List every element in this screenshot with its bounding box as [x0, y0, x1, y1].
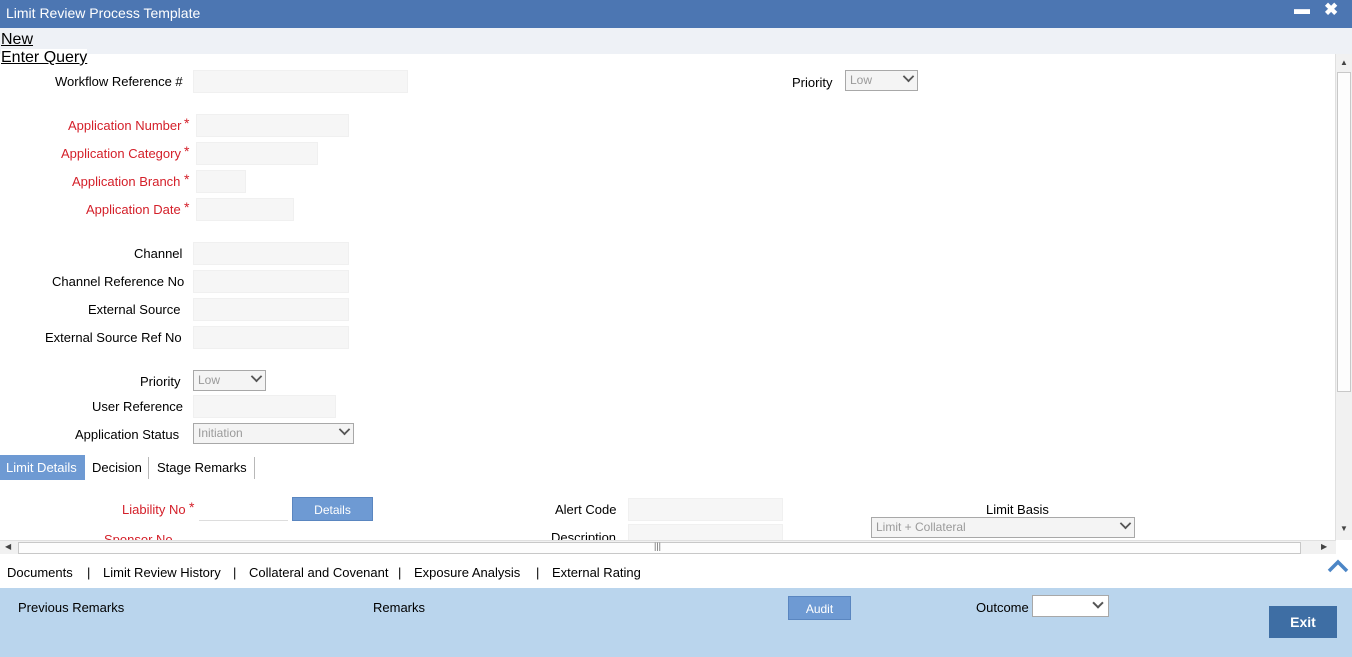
tab-divider — [254, 457, 255, 479]
external-source-label: External Source — [88, 302, 181, 317]
link-separator: | — [87, 565, 91, 580]
main-form: Workflow Reference # Priority Low Applic… — [0, 54, 1336, 540]
chevron-down-icon — [1119, 517, 1132, 530]
required-icon: * — [184, 199, 190, 215]
application-branch-label: Application Branch — [72, 174, 181, 189]
title-bar: Limit Review Process Template ▬ ✖ — [0, 0, 1352, 28]
limit-basis-select[interactable]: Limit + Collateral — [871, 517, 1135, 538]
liability-no-label: Liability No — [122, 502, 186, 517]
channel-input[interactable] — [193, 242, 349, 265]
chevron-up-icon[interactable] — [1327, 558, 1349, 574]
alert-code-label: Alert Code — [555, 502, 617, 517]
priority-top-label: Priority — [792, 75, 833, 90]
required-icon: * — [184, 171, 190, 187]
application-category-input[interactable] — [196, 142, 318, 165]
priority-top-value: Low — [850, 73, 873, 87]
scroll-down-icon[interactable]: ▼ — [1340, 524, 1348, 533]
close-icon[interactable]: ✖ — [1324, 0, 1338, 20]
external-source-ref-input[interactable] — [193, 326, 349, 349]
previous-remarks-link[interactable]: Previous Remarks — [18, 600, 124, 615]
external-source-input[interactable] — [193, 298, 349, 321]
chevron-down-icon — [902, 70, 915, 83]
liability-no-input[interactable] — [199, 498, 288, 521]
tab-decision[interactable]: Decision — [86, 455, 148, 480]
priority-value: Low — [198, 373, 221, 387]
chevron-down-icon — [338, 423, 351, 436]
application-date-label: Application Date — [86, 202, 181, 217]
priority-label: Priority — [140, 374, 181, 389]
required-icon: * — [184, 115, 190, 131]
link-separator: | — [233, 565, 237, 580]
user-reference-input[interactable] — [193, 395, 336, 418]
link-separator: | — [536, 565, 540, 580]
workflow-ref-input[interactable] — [193, 70, 408, 93]
channel-ref-label: Channel Reference No — [52, 274, 185, 289]
outcome-select[interactable] — [1032, 595, 1109, 617]
external-rating-link[interactable]: External Rating — [552, 565, 641, 580]
outcome-label: Outcome — [976, 600, 1029, 615]
description-input[interactable] — [628, 524, 783, 540]
tab-limit-details[interactable]: Limit Details — [0, 455, 85, 480]
limit-review-history-link[interactable]: Limit Review History — [103, 565, 221, 580]
remarks-link[interactable]: Remarks — [373, 600, 425, 615]
tab-stage-remarks[interactable]: Stage Remarks — [151, 455, 253, 480]
sub-screen-links: Documents | Limit Review History | Colla… — [0, 556, 1352, 588]
collateral-covenant-link[interactable]: Collateral and Covenant — [249, 565, 388, 580]
workflow-ref-label: Workflow Reference # — [55, 74, 183, 89]
menu-bar — [0, 28, 1352, 54]
link-separator: | — [398, 565, 402, 580]
application-status-select[interactable]: Initiation — [193, 423, 354, 444]
horizontal-scrollbar[interactable]: ◀ ||| ▶ — [0, 540, 1336, 554]
scrollbar-thumb[interactable] — [1337, 72, 1351, 392]
window-title: Limit Review Process Template — [6, 5, 201, 21]
external-source-ref-label: External Source Ref No — [45, 330, 182, 345]
partial-field-label: Sponsor No — [104, 532, 173, 540]
new-link[interactable]: New — [1, 31, 33, 49]
scroll-left-icon[interactable]: ◀ — [5, 542, 11, 551]
user-reference-label: User Reference — [92, 399, 184, 414]
documents-link[interactable]: Documents — [7, 565, 73, 580]
application-date-input[interactable] — [196, 198, 294, 221]
audit-button[interactable]: Audit — [788, 596, 851, 620]
details-button[interactable]: Details — [292, 497, 373, 521]
limit-basis-label: Limit Basis — [986, 502, 1049, 517]
priority-select[interactable]: Low — [193, 370, 266, 391]
chevron-down-icon — [250, 370, 263, 383]
vertical-scrollbar[interactable]: ▲ ▼ — [1335, 54, 1352, 540]
limit-basis-value: Limit + Collateral — [876, 520, 966, 534]
channel-ref-input[interactable] — [193, 270, 349, 293]
application-branch-input[interactable] — [196, 170, 246, 193]
description-label: Description — [551, 530, 617, 540]
footer-panel: Previous Remarks Remarks Audit Outcome E… — [0, 588, 1352, 657]
application-number-label: Application Number — [68, 118, 182, 133]
priority-top-select[interactable]: Low — [845, 70, 918, 91]
channel-label: Channel — [134, 246, 183, 261]
grip-icon: ||| — [654, 541, 662, 551]
exit-button[interactable]: Exit — [1269, 606, 1337, 638]
application-category-label: Application Category — [61, 146, 181, 161]
scroll-right-icon[interactable]: ▶ — [1321, 542, 1327, 551]
alert-code-input[interactable] — [628, 498, 783, 521]
scroll-up-icon[interactable]: ▲ — [1340, 58, 1348, 67]
tab-divider — [148, 457, 149, 479]
application-status-value: Initiation — [198, 426, 243, 440]
chevron-down-icon — [1092, 597, 1104, 609]
application-number-input[interactable] — [196, 114, 349, 137]
exposure-analysis-link[interactable]: Exposure Analysis — [414, 565, 520, 580]
application-status-label: Application Status — [75, 427, 180, 442]
minimize-icon[interactable]: ▬ — [1294, 1, 1310, 19]
required-icon: * — [189, 499, 195, 515]
required-icon: * — [184, 143, 190, 159]
